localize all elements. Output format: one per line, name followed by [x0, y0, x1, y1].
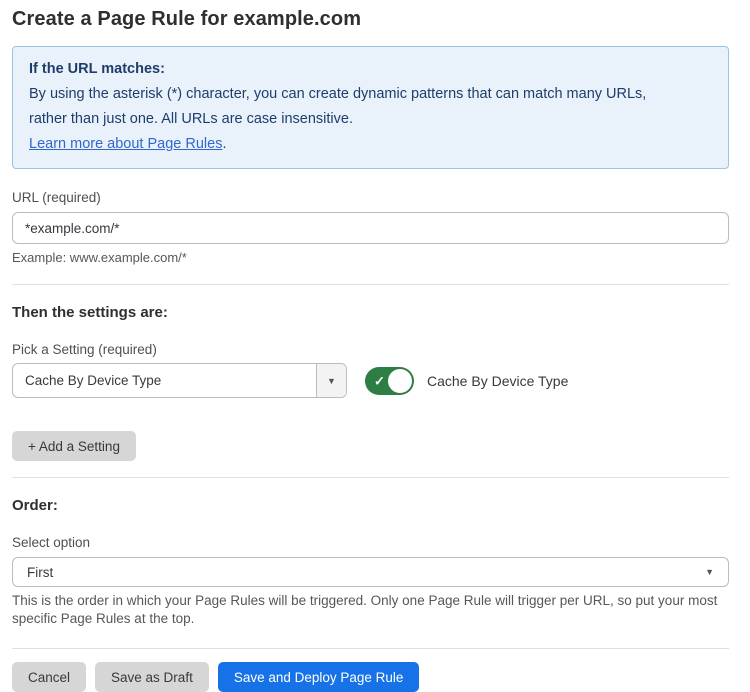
order-select[interactable]: First ▼ [12, 557, 729, 587]
url-field-label: URL (required) [12, 190, 729, 205]
url-example-text: Example: www.example.com/* [12, 250, 729, 265]
info-box-heading: If the URL matches: [29, 57, 712, 82]
chevron-down-icon: ▼ [327, 376, 336, 386]
link-suffix: . [222, 136, 226, 152]
toggle-knob [388, 369, 412, 393]
order-select-value: First [27, 565, 705, 580]
divider-order [12, 477, 729, 478]
info-box-body-line2: rather than just one. All URLs are case … [29, 107, 712, 132]
add-setting-button[interactable]: + Add a Setting [12, 431, 136, 461]
order-select-label: Select option [12, 535, 729, 550]
url-input[interactable] [12, 212, 729, 244]
page-title: Create a Page Rule for example.com [12, 8, 729, 31]
setting-picker-row: Cache By Device Type ▼ ✓ Cache By Device… [12, 363, 729, 398]
order-section-heading: Order: [12, 497, 729, 514]
setting-toggle-group: ✓ Cache By Device Type [365, 367, 568, 395]
info-box-body-line1: By using the asterisk (*) character, you… [29, 82, 712, 107]
setting-select-value: Cache By Device Type [13, 364, 316, 397]
learn-more-link[interactable]: Learn more about Page Rules [29, 136, 222, 152]
settings-section-heading: Then the settings are: [12, 304, 729, 321]
setting-picker-label: Pick a Setting (required) [12, 342, 729, 357]
check-icon: ✓ [374, 374, 385, 387]
setting-toggle-label: Cache By Device Type [427, 373, 568, 389]
setting-select-arrow-button[interactable]: ▼ [316, 364, 346, 397]
setting-toggle[interactable]: ✓ [365, 367, 414, 395]
url-match-info-box: If the URL matches: By using the asteris… [12, 46, 729, 169]
chevron-down-icon: ▼ [705, 567, 714, 577]
setting-select[interactable]: Cache By Device Type ▼ [12, 363, 347, 398]
order-help-text: This is the order in which your Page Rul… [12, 592, 729, 628]
divider-settings [12, 284, 729, 285]
divider-footer [12, 648, 729, 649]
page-rule-form: Create a Page Rule for example.com If th… [0, 0, 750, 692]
info-box-link-line: Learn more about Page Rules. [29, 132, 712, 157]
